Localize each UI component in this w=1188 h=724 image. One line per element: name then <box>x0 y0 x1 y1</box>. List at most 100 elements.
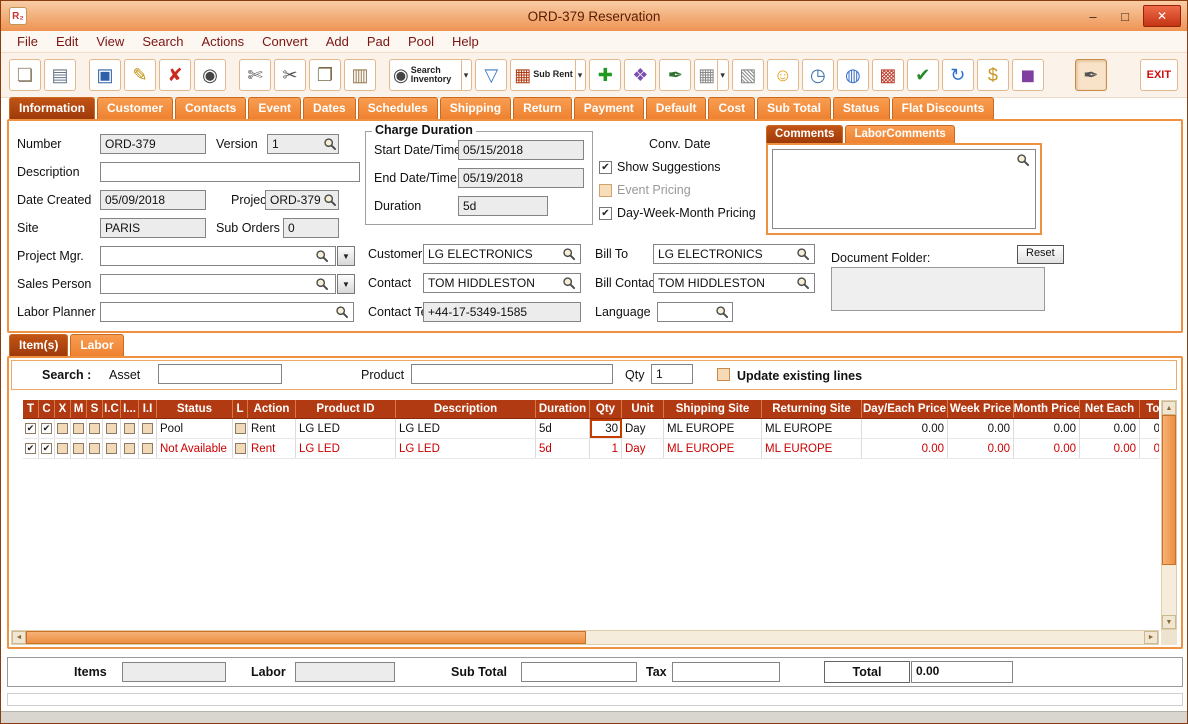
vertical-scrollbar-thumb[interactable] <box>1162 415 1176 565</box>
menu-view[interactable]: View <box>88 32 132 51</box>
tab-information[interactable]: Information <box>9 97 95 119</box>
row-flag-checkbox[interactable] <box>87 419 103 438</box>
paste-button[interactable]: ▥ <box>344 59 376 91</box>
version-search-icon[interactable] <box>323 137 337 151</box>
menu-convert[interactable]: Convert <box>254 32 316 51</box>
close-button[interactable]: ✕ <box>1143 5 1181 27</box>
labor-planner-search-icon[interactable] <box>335 305 349 319</box>
update-existing-lines-checkbox[interactable] <box>717 368 730 381</box>
column-header-returning-site[interactable]: Returning Site <box>762 400 862 418</box>
bill-contact-field[interactable]: TOM HIDDLESTON <box>653 273 815 293</box>
tab-schedules[interactable]: Schedules <box>357 97 438 119</box>
column-header-net-each[interactable]: Net Each <box>1080 400 1140 418</box>
customer-field[interactable]: LG ELECTRONICS <box>423 244 581 264</box>
menu-add[interactable]: Add <box>318 32 357 51</box>
row-flag-checkbox[interactable] <box>71 419 87 438</box>
day-each-price-cell[interactable]: 0.00 <box>862 439 948 458</box>
action-cell[interactable]: Rent <box>248 439 296 458</box>
row-flag-checkbox[interactable] <box>139 439 157 458</box>
row-flag-checkbox[interactable] <box>87 439 103 458</box>
day-each-price-cell[interactable]: 0.00 <box>862 419 948 438</box>
scroll-down-icon[interactable]: ▼ <box>1162 615 1176 629</box>
bill-to-field[interactable]: LG ELECTRONICS <box>653 244 815 264</box>
cube-button[interactable]: ▩ <box>871 59 904 91</box>
net-each-cell[interactable]: 0.00 <box>1080 419 1140 438</box>
column-header-week-price[interactable]: Week Price <box>948 400 1014 418</box>
tab-return[interactable]: Return <box>513 97 572 119</box>
column-header-action[interactable]: Action <box>248 400 296 418</box>
duration-cell[interactable]: 5d <box>536 419 590 438</box>
asset-input[interactable] <box>158 364 282 384</box>
tasklist-button[interactable]: ✔ <box>906 59 939 91</box>
column-header-shipping-site[interactable]: Shipping Site <box>664 400 762 418</box>
returning-site-cell[interactable]: ML EUROPE <box>762 439 862 458</box>
contact-field[interactable]: TOM HIDDLESTON <box>423 273 581 293</box>
tab-shipping[interactable]: Shipping <box>439 97 512 119</box>
checkbox-day-week-month-pricing[interactable]: ✔ <box>599 207 612 220</box>
row-flag-checkbox[interactable] <box>103 439 121 458</box>
row-flag-checkbox[interactable]: ✔ <box>39 439 55 458</box>
print-button[interactable]: ▤ <box>44 59 76 91</box>
week-price-cell[interactable]: 0.00 <box>948 419 1014 438</box>
project-mgr-search-icon[interactable] <box>315 249 329 263</box>
cut-line-button[interactable]: ✄ <box>239 59 271 91</box>
tab-item-s[interactable]: Item(s) <box>9 334 69 356</box>
l-checkbox[interactable] <box>233 439 248 458</box>
column-header-product-id[interactable]: Product ID <box>296 400 396 418</box>
tab-event[interactable]: Event <box>248 97 302 119</box>
menu-file[interactable]: File <box>9 32 46 51</box>
scroll-right-icon[interactable]: ► <box>1144 631 1158 644</box>
row-flag-checkbox[interactable]: ✔ <box>23 439 39 458</box>
sub-rent-button[interactable]: ▦ Sub Rent ▾ <box>510 59 587 91</box>
menu-help[interactable]: Help <box>444 32 487 51</box>
tab-status[interactable]: Status <box>832 97 890 119</box>
total-cell[interactable]: 0.00 <box>1140 419 1159 438</box>
horizontal-scrollbar[interactable]: ◄ ► <box>11 630 1159 645</box>
cards-dropdown-icon[interactable]: ▾ <box>717 60 725 90</box>
week-price-cell[interactable]: 0.00 <box>948 439 1014 458</box>
copy-button[interactable]: ❐ <box>309 59 341 91</box>
disk-button[interactable]: ◍ <box>836 59 869 91</box>
tab-comments[interactable]: Comments <box>766 125 844 143</box>
comments-text[interactable] <box>772 149 1036 229</box>
checkbox-show-suggestions[interactable]: ✔ <box>599 161 612 174</box>
reset-button[interactable]: Reset <box>1017 245 1064 264</box>
comments-search-icon[interactable] <box>1016 153 1030 167</box>
menu-pool[interactable]: Pool <box>400 32 442 51</box>
document-folder-box[interactable] <box>831 267 1045 311</box>
project-mgr-field[interactable] <box>100 246 336 266</box>
add-line-button[interactable]: ✚ <box>589 59 622 91</box>
scroll-up-icon[interactable]: ▲ <box>1162 401 1176 415</box>
save-button[interactable]: ▣ <box>89 59 121 91</box>
bill-to-search-icon[interactable] <box>796 247 810 261</box>
column-header-x[interactable]: X <box>55 400 71 418</box>
clock-button[interactable]: ◷ <box>801 59 834 91</box>
column-header-month-price[interactable]: Month Price <box>1014 400 1080 418</box>
row-flag-checkbox[interactable] <box>55 419 71 438</box>
description-field[interactable] <box>100 162 360 182</box>
action-cell[interactable]: Rent <box>248 419 296 438</box>
unit-cell[interactable]: Day <box>622 419 664 438</box>
returning-site-cell[interactable]: ML EUROPE <box>762 419 862 438</box>
minimize-button[interactable]: – <box>1079 5 1107 27</box>
net-each-cell[interactable]: 0.00 <box>1080 439 1140 458</box>
row-flag-checkbox[interactable]: ✔ <box>23 419 39 438</box>
sync-button[interactable]: ↻ <box>941 59 974 91</box>
pen-tool-button[interactable]: ✒ <box>1074 59 1107 91</box>
column-header-duration[interactable]: Duration <box>536 400 590 418</box>
shipping-site-cell[interactable]: ML EUROPE <box>664 439 762 458</box>
maximize-button[interactable]: □ <box>1111 5 1139 27</box>
status-cell[interactable]: Pool <box>157 419 233 438</box>
exit-button[interactable]: EXIT <box>1139 59 1178 91</box>
status-cell[interactable]: Not Available <box>157 439 233 458</box>
edit-pencil-button[interactable]: ✎ <box>124 59 156 91</box>
new-document-button[interactable]: ❏ <box>9 59 41 91</box>
tab-contacts[interactable]: Contacts <box>175 97 247 119</box>
tab-customer[interactable]: Customer <box>97 97 174 119</box>
column-header-l[interactable]: L <box>233 400 248 418</box>
sales-person-search-icon[interactable] <box>315 277 329 291</box>
note-edit-button[interactable]: ✒ <box>659 59 692 91</box>
column-header-unit[interactable]: Unit <box>622 400 664 418</box>
row-flag-checkbox[interactable] <box>139 419 157 438</box>
tab-payment[interactable]: Payment <box>573 97 644 119</box>
